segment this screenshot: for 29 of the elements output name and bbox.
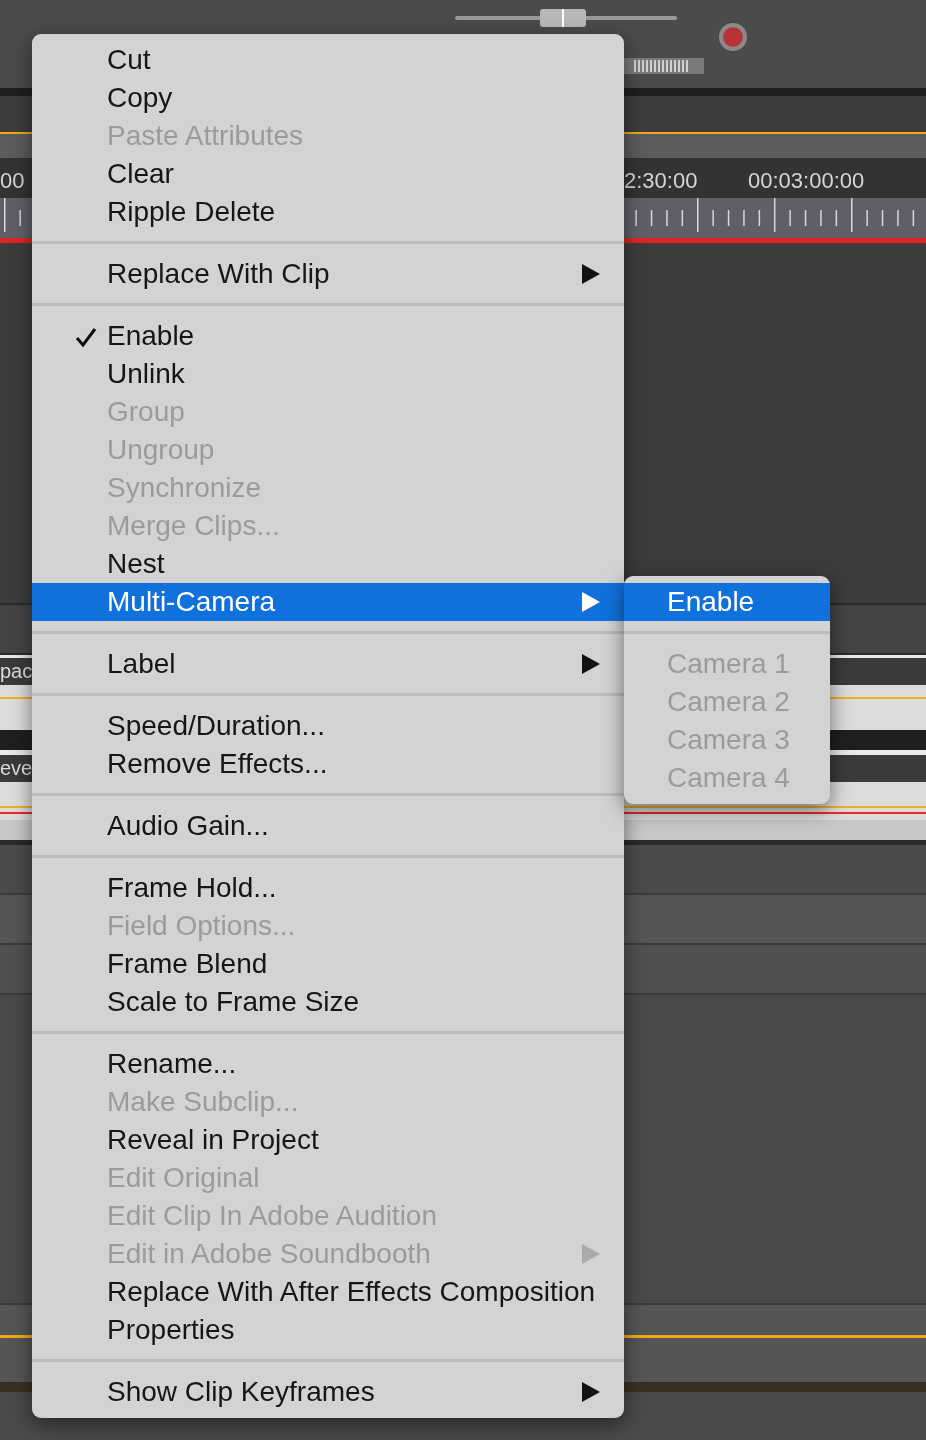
track-label: pac [0,659,33,683]
menu-item[interactable]: Label [32,645,624,683]
menu-item[interactable]: Show Clip Keyframes [32,1373,624,1411]
menu-item[interactable]: Audio Gain... [32,807,624,845]
ruler-time-label: 00 [0,167,25,195]
ruler-time-label: 2:30:00 [624,167,698,195]
menu-item[interactable]: Scale to Frame Size [32,983,624,1021]
menu-item[interactable]: Rename... [32,1045,624,1083]
menu-item[interactable]: Multi-Camera [32,583,624,621]
slider-drawing[interactable] [455,8,677,28]
menu-item[interactable]: Reveal in Project [32,1121,624,1159]
menu-item[interactable]: Remove Effects... [32,745,624,783]
jog-wheel-icon[interactable] [624,58,704,74]
menu-item[interactable]: Replace With Clip [32,255,624,293]
menu-item[interactable]: Enable [32,317,624,355]
menu-item[interactable]: Frame Blend [32,945,624,983]
menu-item[interactable]: Nest [32,545,624,583]
menu-item[interactable]: Enable [624,583,830,621]
menu-item[interactable]: Frame Hold... [32,869,624,907]
menu-item[interactable]: Clear [32,155,624,193]
menu-item[interactable]: Ripple Delete [32,193,624,231]
menu-item[interactable]: Speed/Duration... [32,707,624,745]
menu-item[interactable]: Cut [32,41,624,79]
menu-item[interactable]: Properties [32,1311,624,1349]
menu-item[interactable]: Copy [32,79,624,117]
ruler-time-label: 00:03:00:00 [748,167,865,195]
menu-item[interactable]: Unlink [32,355,624,393]
menu-item[interactable]: Replace With After Effects Composition [32,1273,624,1311]
record-button-icon[interactable] [718,22,748,52]
